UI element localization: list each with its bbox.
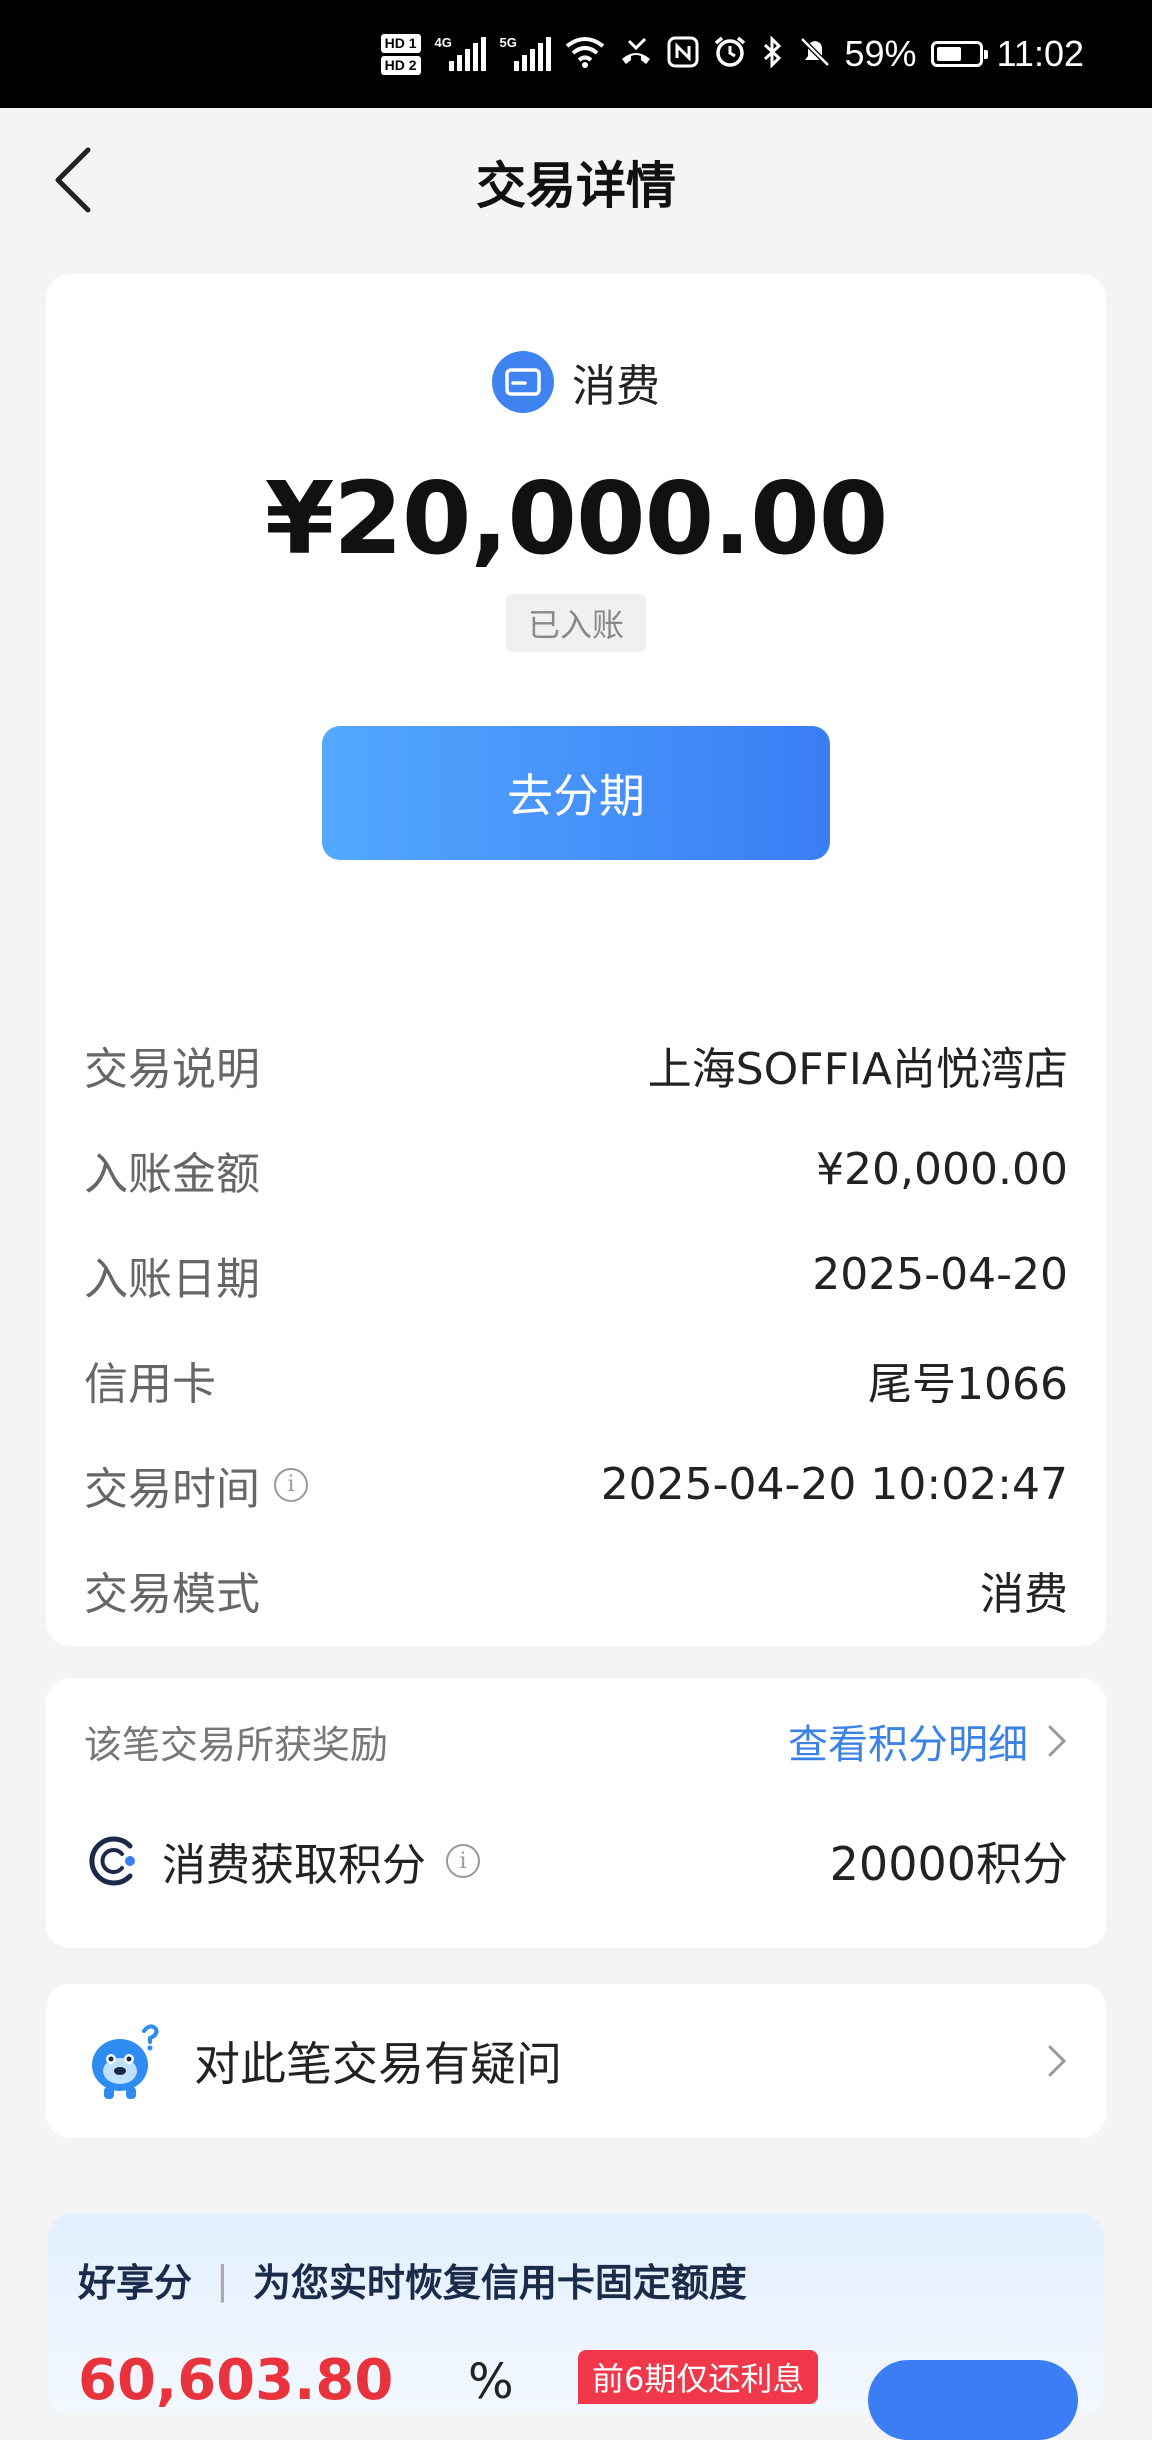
- question-row[interactable]: 对此笔交易有疑问: [84, 1984, 1068, 2138]
- points-detail-link[interactable]: 查看积分明细: [788, 1712, 1068, 1770]
- type-label: 消费: [572, 361, 660, 412]
- battery-icon: [930, 41, 988, 67]
- hd1-badge: HD 1: [380, 33, 421, 53]
- detail-row-credit-card: 信用卡 尾号1066: [84, 1327, 1068, 1432]
- reward-card: 该笔交易所获奖励 查看积分明细 消费获取积分 i 20000积分: [46, 1678, 1106, 1948]
- status-icons: HD 1 HD 2 4G 5G 59% 11:02: [380, 0, 1084, 108]
- detail-label: 入账金额: [84, 1148, 260, 1200]
- promo-headline: 为您实时恢复信用卡固定额度: [252, 2261, 747, 2305]
- info-icon[interactable]: i: [446, 1844, 480, 1878]
- points-detail-label: 查看积分明细: [788, 1722, 1028, 1768]
- reward-row: 消费获取积分 i 20000积分: [84, 1828, 1068, 1894]
- detail-row-posted-amount: 入账金额 ¥20,000.00: [84, 1117, 1068, 1222]
- reward-item-label: 消费获取积分: [162, 1840, 426, 1891]
- promo-card[interactable]: 好享分 | 为您实时恢复信用卡固定额度 60,603.80 % 前6期仅还利息: [48, 2214, 1104, 2440]
- hd-indicator: HD 1 HD 2: [380, 33, 421, 75]
- installment-button[interactable]: 去分期: [322, 726, 830, 860]
- detail-row-posted-date: 入账日期 2025-04-20: [84, 1222, 1068, 1327]
- points-icon: [89, 1836, 135, 1886]
- chevron-right-icon: [1048, 1725, 1067, 1757]
- detail-value: 2025-04-20: [812, 1249, 1068, 1300]
- wifi-icon: [565, 36, 605, 73]
- detail-label: 交易模式: [84, 1568, 260, 1620]
- detail-value: 尾号1066: [868, 1358, 1068, 1410]
- mute-icon: [799, 36, 831, 73]
- nav-header: 交易详情: [0, 108, 1152, 248]
- detail-label: 交易说明: [84, 1043, 260, 1095]
- transaction-amount: ¥20,000.00: [264, 460, 889, 577]
- question-item: 对此笔交易有疑问: [84, 2019, 562, 2103]
- detail-label: 信用卡: [84, 1358, 216, 1410]
- page-title: 交易详情: [476, 157, 676, 215]
- transaction-type: 消费: [46, 350, 1106, 414]
- transaction-card: 消费 ¥20,000.00 已入账 去分期 交易说明 上海SOFFIA尚悦湾店 …: [46, 274, 1106, 1646]
- signal-icon-2: 5G: [500, 35, 551, 71]
- promo-rate: %: [468, 2354, 514, 2410]
- missed-call-icon: [619, 37, 653, 72]
- detail-label: 入账日期: [84, 1253, 260, 1305]
- detail-row-description: 交易说明 上海SOFFIA尚悦湾店: [84, 1012, 1068, 1117]
- signal-icon: 4G: [435, 35, 486, 71]
- hd2-badge: HD 2: [380, 55, 421, 75]
- question-card[interactable]: 对此笔交易有疑问: [46, 1984, 1106, 2138]
- status-badge: 已入账: [505, 594, 647, 652]
- chevron-right-icon: [1048, 2045, 1067, 2077]
- detail-label-with-info: 交易时间 i: [84, 1453, 308, 1517]
- card-icon: [492, 351, 554, 413]
- alarm-icon: [713, 36, 747, 73]
- points-value: 20000积分: [829, 1837, 1068, 1891]
- promo-header: 好享分 | 为您实时恢复信用卡固定额度: [78, 2252, 747, 2307]
- detail-row-transaction-mode: 交易模式 消费: [84, 1537, 1068, 1642]
- question-label: 对此笔交易有疑问: [194, 2037, 562, 2091]
- battery-percent: 59%: [844, 33, 917, 74]
- promo-badge: 前6期仅还利息: [578, 2350, 819, 2404]
- detail-row-transaction-time: 交易时间 i 2025-04-20 10:02:47: [84, 1432, 1068, 1537]
- promo-separator: |: [216, 2257, 229, 2302]
- promo-amount: 60,603.80: [78, 2348, 394, 2413]
- detail-value: 消费: [980, 1568, 1068, 1620]
- reward-header: 该笔交易所获奖励 查看积分明细: [84, 1712, 1068, 1770]
- reward-item: 消费获取积分 i: [84, 1829, 480, 1893]
- detail-value: 2025-04-20 10:02:47: [600, 1459, 1068, 1510]
- promo-brand: 好享分: [78, 2261, 193, 2305]
- info-icon[interactable]: i: [274, 1467, 308, 1502]
- status-bar: HD 1 HD 2 4G 5G 59% 11:02: [0, 0, 1152, 108]
- detail-list: 交易说明 上海SOFFIA尚悦湾店 入账金额 ¥20,000.00 入账日期 2…: [84, 1012, 1068, 1642]
- detail-value: 上海SOFFIA尚悦湾店: [647, 1043, 1068, 1095]
- clock: 11:02: [996, 33, 1084, 74]
- reward-title: 该笔交易所获奖励: [84, 1722, 389, 1767]
- detail-label: 交易时间: [84, 1463, 260, 1515]
- bluetooth-icon: [761, 34, 785, 73]
- detail-value: ¥20,000.00: [816, 1144, 1068, 1195]
- mascot-icon: [92, 2024, 159, 2099]
- promo-action-button[interactable]: [868, 2360, 1078, 2440]
- nfc-icon: [667, 36, 699, 73]
